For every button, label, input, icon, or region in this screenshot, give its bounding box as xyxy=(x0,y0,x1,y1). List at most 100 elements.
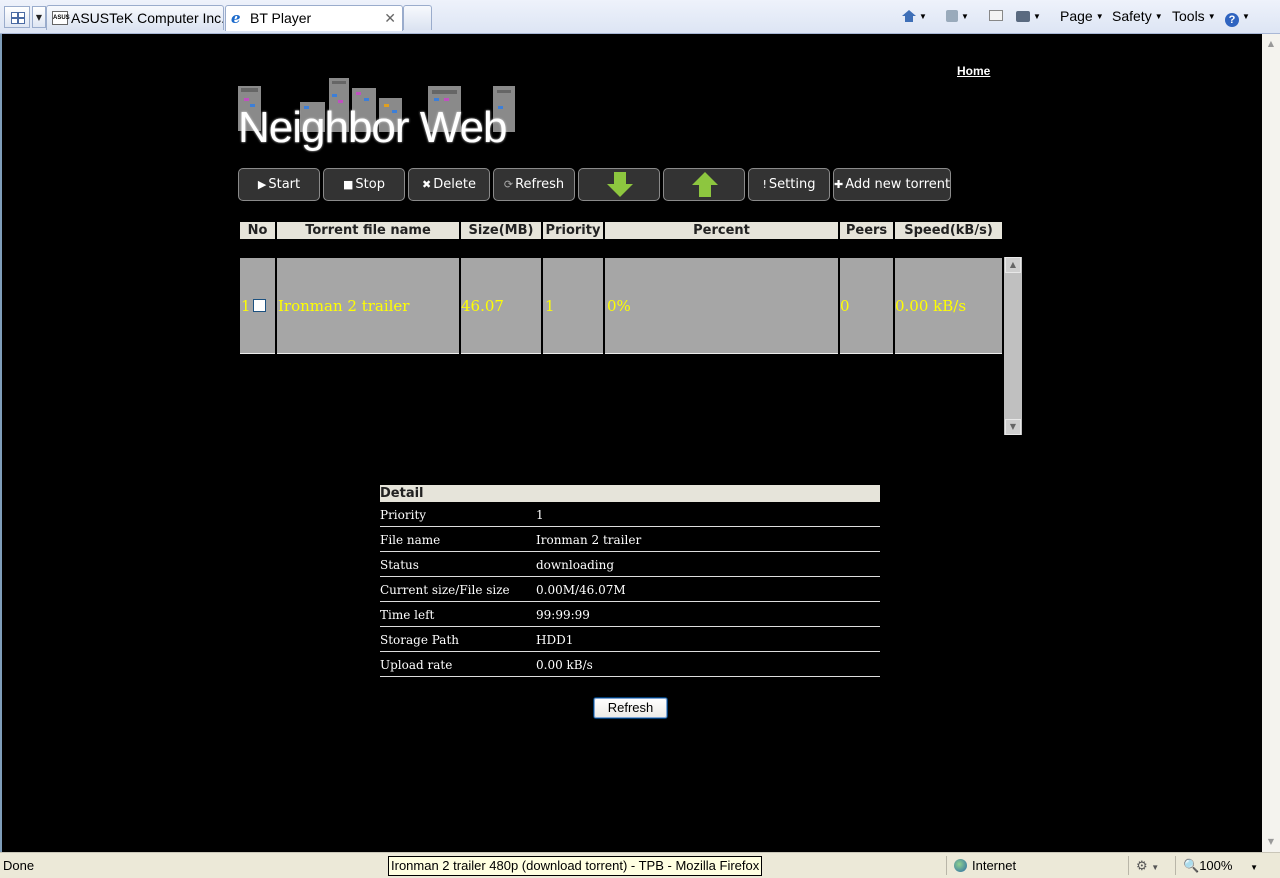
tab-list-dropdown[interactable]: ▼ xyxy=(32,6,46,28)
col-header-size: Size(MB) xyxy=(461,222,541,239)
detail-label: File name xyxy=(380,533,441,547)
taskbar-tooltip: Ironman 2 trailer 480p (download torrent… xyxy=(388,856,763,876)
start-button[interactable]: ▶ Start xyxy=(238,168,320,201)
detail-label: Current size/File size xyxy=(380,583,510,597)
zoom-control[interactable]: 🔍100% ▼ xyxy=(1183,858,1258,874)
row-size: 46.07 xyxy=(461,297,504,315)
arrow-up-icon xyxy=(692,172,718,197)
play-icon: ▶ xyxy=(257,178,267,191)
add-new-torrent-label: Add new torrent xyxy=(845,177,951,192)
arrow-down-icon xyxy=(607,172,633,197)
tab-label: ASUSTeK Computer Inc... xyxy=(71,10,224,26)
status-divider xyxy=(1175,856,1176,875)
table-row-size-cell[interactable]: 46.07 xyxy=(461,258,541,354)
help-icon: ? xyxy=(1225,13,1239,27)
refresh-label: Refresh xyxy=(515,177,565,192)
stop-label: Stop xyxy=(355,177,385,192)
detail-row: Storage Path HDD1 xyxy=(380,627,880,652)
feeds-button[interactable]: ▼ xyxy=(946,6,969,26)
home-icon xyxy=(902,10,916,22)
zoom-level: 100% xyxy=(1199,858,1233,873)
col-header-priority: Priority xyxy=(543,222,603,239)
quick-tabs-icon xyxy=(11,12,25,24)
magnifier-icon: 🔍 xyxy=(1183,858,1200,873)
delete-x-icon: ✖ xyxy=(422,178,432,191)
table-row-speed-cell[interactable]: 0.00 kB/s xyxy=(895,258,1002,354)
status-divider xyxy=(1128,856,1129,875)
quick-tabs[interactable]: ▼ xyxy=(4,6,46,28)
stop-button[interactable]: ■ Stop xyxy=(323,168,405,201)
detail-row: Priority 1 xyxy=(380,502,880,527)
detail-row: File name Ironman 2 trailer xyxy=(380,527,880,552)
detail-value: 99:99:99 xyxy=(536,608,590,622)
row-select-checkbox[interactable] xyxy=(253,299,266,312)
row-percent: 0% xyxy=(607,297,631,315)
detail-value: 0.00 kB/s xyxy=(536,658,593,672)
table-scrollbar[interactable]: ▲ ▼ xyxy=(1004,257,1022,435)
setting-button[interactable]: ! Setting xyxy=(748,168,830,201)
start-label: Start xyxy=(268,177,301,192)
detail-label: Storage Path xyxy=(380,633,459,647)
row-no: 1 xyxy=(241,297,251,315)
table-row-peers-cell[interactable]: 0 xyxy=(840,258,893,354)
new-tab-button[interactable] xyxy=(403,5,432,30)
close-tab-icon[interactable]: ✕ xyxy=(384,6,396,30)
row-peers: 0 xyxy=(840,297,850,315)
mail-button[interactable] xyxy=(989,6,1003,26)
table-scroll-up-icon[interactable]: ▲ xyxy=(1005,257,1021,273)
refresh-icon: ⟳ xyxy=(503,178,514,191)
detail-label: Priority xyxy=(380,508,427,522)
table-row-percent-cell[interactable]: 0% xyxy=(605,258,838,354)
quick-tabs-button[interactable] xyxy=(4,6,30,28)
safety-menu-label: Safety xyxy=(1112,8,1152,24)
col-header-name: Torrent file name xyxy=(277,222,459,239)
status-text: Done xyxy=(3,858,35,873)
page-menu[interactable]: Page ▼ xyxy=(1060,6,1104,26)
tools-menu[interactable]: Tools ▼ xyxy=(1172,6,1216,26)
scroll-up-arrow-icon[interactable]: ▲ xyxy=(1263,36,1279,52)
security-zone[interactable]: Internet xyxy=(954,858,1016,873)
refresh-toolbar-button[interactable]: ⟳ Refresh xyxy=(493,168,575,201)
delete-button[interactable]: ✖ Delete xyxy=(408,168,490,201)
setting-label: Setting xyxy=(768,177,816,192)
row-name: Ironman 2 trailer xyxy=(278,297,410,315)
plus-icon: ✚ xyxy=(834,178,844,191)
detail-label: Time left xyxy=(380,608,435,622)
ie-favicon-icon: e xyxy=(231,9,241,27)
browser-tab-bar: ▼ ASUS ASUSTeK Computer Inc... e BT Play… xyxy=(0,0,1280,34)
tab-label: BT Player xyxy=(250,10,312,26)
detail-refresh-button[interactable]: Refresh xyxy=(593,697,668,719)
neighbor-web-logo: Neighbor Web xyxy=(238,76,518,156)
scroll-down-arrow-icon[interactable]: ▼ xyxy=(1263,834,1279,850)
protected-mode-icon: ⚙ xyxy=(1136,858,1148,873)
print-button[interactable]: ▼ xyxy=(1016,6,1041,26)
mail-icon xyxy=(989,10,1003,21)
detail-label: Status xyxy=(380,558,419,572)
move-down-button[interactable] xyxy=(578,168,660,201)
logo-text: Neighbor Web xyxy=(238,103,507,152)
home-link[interactable]: Home xyxy=(957,64,990,78)
detail-title: Detail xyxy=(380,485,880,502)
detail-row: Current size/File size 0.00M/46.07M xyxy=(380,577,880,602)
page-scrollbar[interactable]: ▲ ▼ xyxy=(1262,34,1280,852)
tab-asustek[interactable]: ASUS ASUSTeK Computer Inc... xyxy=(46,5,224,30)
table-row-priority-cell[interactable]: 1 xyxy=(543,258,603,354)
tab-bt-player[interactable]: e BT Player ✕ xyxy=(225,5,403,31)
detail-value: HDD1 xyxy=(536,633,574,647)
table-scroll-down-icon[interactable]: ▼ xyxy=(1005,419,1021,435)
exclamation-icon: ! xyxy=(762,178,767,191)
zone-label: Internet xyxy=(972,858,1017,873)
delete-label: Delete xyxy=(433,177,476,192)
detail-row: Status downloading xyxy=(380,552,880,577)
home-button[interactable]: ▼ xyxy=(902,6,927,26)
protected-mode-button[interactable]: ⚙ ▼ xyxy=(1136,858,1159,874)
add-new-torrent-button[interactable]: ✚ Add new torrent xyxy=(833,168,951,201)
safety-menu[interactable]: Safety ▼ xyxy=(1112,6,1163,26)
table-row-name-cell[interactable]: Ironman 2 trailer xyxy=(277,258,459,354)
row-priority: 1 xyxy=(545,297,555,315)
globe-icon xyxy=(954,859,967,872)
detail-value: 0.00M/46.07M xyxy=(536,583,626,597)
move-up-button[interactable] xyxy=(663,168,745,201)
help-menu[interactable]: ? ▼ xyxy=(1225,6,1250,27)
status-bar: Done Ironman 2 trailer 480p (download to… xyxy=(0,852,1280,878)
